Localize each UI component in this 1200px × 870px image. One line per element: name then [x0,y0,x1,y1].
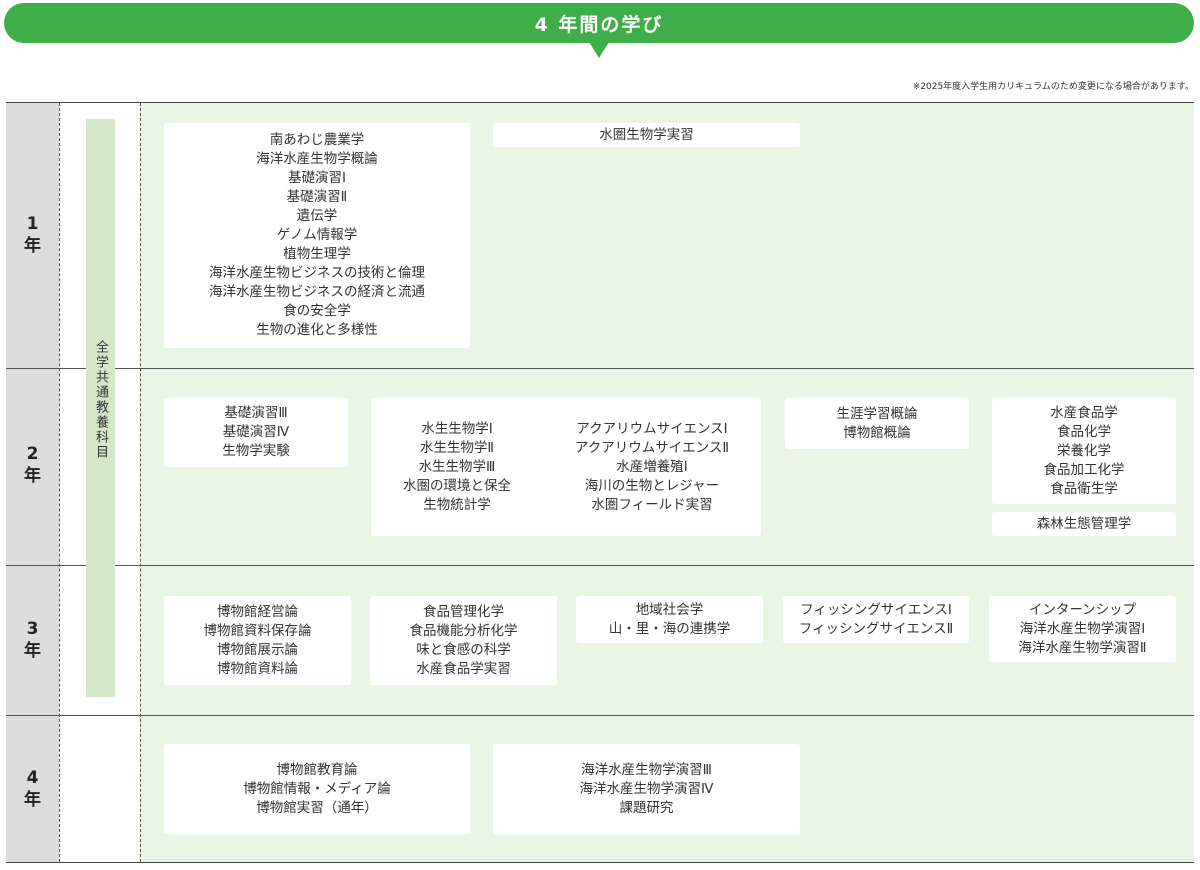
subject-item: 栄養化学 [1057,442,1111,459]
subject-item: 博物館実習（通年） [256,799,378,816]
subject-box: フィッシングサイエンスⅠ フィッシングサイエンスⅡ [783,596,969,643]
subject-item: 水圏フィールド実習 [591,496,713,513]
subject-item: 食品加工化学 [1043,461,1125,478]
subject-item: 食品衛生学 [1050,480,1118,497]
subject-item: 海洋水産生物ビジネスの技術と倫理 [209,265,425,281]
subject-item: 生涯学習概論 [836,405,918,422]
subject-box: 地域社会学山・里・海の連携学 [576,596,763,643]
subject-column: 水生生物学Ⅰ 水生生物学Ⅱ 水生生物学Ⅲ 水圏の環境と保全 生物統計学 [403,420,511,515]
subject-item: 南あわじ農業学 [269,132,365,148]
subject-item: 博物館展示論 [217,641,298,658]
subject-item: 博物館資料保存論 [203,622,312,639]
subject-item: 水産食品学実習 [416,660,511,677]
subject-box: 水産食品学食品化学栄養化学食品加工化学 食品衛生学 [992,398,1176,504]
subject-column: アクアリウムサイエンスⅠ アクアリウムサイエンスⅡ 水産増養殖Ⅰ 海川の生物とレジャー… [575,420,729,515]
year-label-4: 4 年 [24,768,41,810]
subject-box-two-column: 水生生物学Ⅰ 水生生物学Ⅱ 水生生物学Ⅲ 水圏の環境と保全 生物統計学 アクアリウムサイ… [371,398,761,536]
subject-item: 基礎演習Ⅲ [224,405,288,421]
subject-item: 水生生物学Ⅱ [419,439,495,456]
subject-item: 博物館概論 [843,424,911,441]
subject-item: 海洋水産生物学演習Ⅰ [1019,620,1146,637]
subject-item: 水生生物学Ⅰ [421,420,493,437]
subject-item: 味と食感の科学 [416,641,511,658]
subject-item: 海洋水産生物学演習Ⅳ [579,780,714,797]
subject-item: インターンシップ [1028,601,1137,618]
page-title: 4 年間の学び [534,13,664,36]
subject-box: 博物館教育論博物館情報・メディア論 博物館実習（通年） [164,744,470,834]
subject-item: 食品管理化学 [423,603,504,620]
subject-item: 海川の生物とレジャー [584,477,720,494]
subject-box: 食品管理化学 食品機能分析化学 味と食感の科学 水産食品学実習 [370,596,557,685]
row-divider [6,565,1194,566]
subject-item: 食品化学 [1057,423,1111,440]
subject-item: 水生生物学Ⅲ [418,458,496,475]
subject-item: 生物の進化と多様性 [256,322,378,338]
subject-item: フィッシングサイエンスⅠ [800,601,952,618]
subject-item: 基礎演習Ⅰ [288,170,346,186]
subject-item: アクアリウムサイエンスⅡ [574,439,729,456]
subject-item: ゲノム情報学 [276,227,358,243]
row-divider [6,368,1194,369]
year-label-1: 1 年 [24,214,41,256]
subject-item: 地域社会学 [635,601,704,618]
row-divider [6,715,1194,716]
subject-box: インターンシップ 海洋水産生物学演習Ⅰ 海洋水産生物学演習Ⅱ [989,596,1176,662]
subject-box: 森林生態管理学 [992,512,1176,536]
subject-item: 食品機能分析化学 [409,622,518,639]
subject-item: 博物館情報・メディア論 [243,780,391,797]
subject-item: 基礎演習Ⅱ [286,189,348,205]
common-subjects-label: 全学共通教養科目 [93,340,108,460]
subject-item: 海洋水産生物学演習Ⅱ [1018,639,1147,656]
subject-item: 基礎演習Ⅳ [222,424,290,440]
subject-box: 博物館経営論 博物館資料保存論 博物館展示論 博物館資料論 [164,596,351,685]
subject-item: 海洋水産生物学概論 [256,151,378,167]
column-divider [59,103,60,862]
subject-item: アクアリウムサイエンスⅠ [576,420,728,437]
subject-box: 水圏生物学実習 [493,123,800,147]
subject-item: フィッシングサイエンスⅡ [798,620,954,637]
subject-item: 生物統計学 [423,496,491,513]
column-divider [140,103,141,862]
subject-item: 博物館教育論 [276,761,358,778]
subject-item: 水圏生物学実習 [599,126,694,143]
section-banner: 4 年間の学び [4,3,1194,43]
subject-item: 課題研究 [619,799,674,816]
subject-item: 植物生理学 [283,246,351,262]
year-label-2: 2 年 [24,444,41,486]
subject-box: 生涯学習概論 博物館概論 [785,398,969,449]
subject-item: 生物学実験 [222,443,290,459]
year-label-3: 3 年 [24,619,41,661]
banner-pointer [589,42,609,58]
curriculum-note: ※2025年度入学生用カリキュラムのため変更になる場合があります。 [912,82,1194,92]
subject-item: 食の安全学 [283,303,351,319]
subject-box: 基礎演習Ⅲ 基礎演習Ⅳ 生物学実験 [164,398,348,467]
subject-item: 水圏の環境と保全 [402,477,511,494]
subject-item: 山・里・海の連携学 [608,620,731,637]
subject-item: 水産増養殖Ⅰ [616,458,688,475]
subject-item: 遺伝学 [296,208,338,224]
subject-item: 森林生態管理学 [1036,515,1132,532]
subject-box: 南あわじ農業学 海洋水産生物学概論 基礎演習Ⅰ 基礎演習Ⅱ 遺伝学ゲノム情報学 植物生理学… [164,123,470,348]
subject-item: 海洋水産生物ビジネスの経済と流通 [209,284,425,300]
subject-box: 海洋水産生物学演習Ⅲ 海洋水産生物学演習Ⅳ 課題研究 [493,744,800,834]
subject-item: 海洋水産生物学演習Ⅲ [581,761,712,778]
subject-item: 水産食品学 [1050,404,1118,421]
subject-item: 博物館経営論 [217,603,298,620]
subject-item: 博物館資料論 [217,660,298,677]
